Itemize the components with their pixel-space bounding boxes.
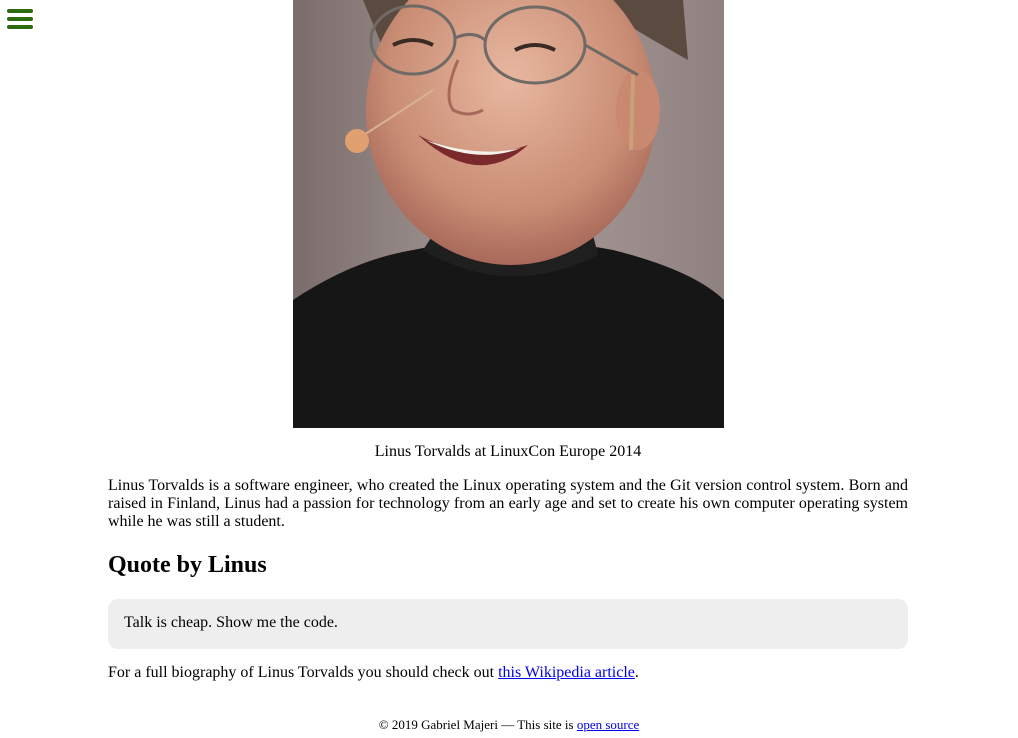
menu-bar-bottom	[7, 25, 33, 29]
footer-prefix: © 2019 Gabriel Majeri — This site is	[378, 717, 577, 732]
intro-paragraph: Linus Torvalds is a software engineer, w…	[108, 477, 908, 530]
photo-caption: Linus Torvalds at LinuxCon Europe 2014	[374, 443, 642, 460]
biography-paragraph: For a full biography of Linus Torvalds y…	[108, 664, 908, 682]
quote-text: Talk is cheap. Show me the code.	[124, 614, 338, 631]
linus-photo	[293, 0, 724, 428]
biography-suffix: .	[634, 664, 639, 681]
open-source-link[interactable]: open source	[577, 717, 639, 732]
biography-prefix: For a full biography of Linus Torvalds y…	[108, 664, 499, 681]
quote-heading: Quote by Linus	[108, 552, 267, 578]
quote-block: Talk is cheap. Show me the code.	[108, 599, 908, 649]
wikipedia-link[interactable]: this Wikipedia article	[498, 664, 635, 681]
menu-bar-top	[7, 9, 33, 13]
menu-bar-middle	[7, 17, 33, 21]
hamburger-menu-icon[interactable]	[7, 7, 33, 31]
footer: © 2019 Gabriel Majeri — This site is ope…	[0, 717, 1018, 732]
